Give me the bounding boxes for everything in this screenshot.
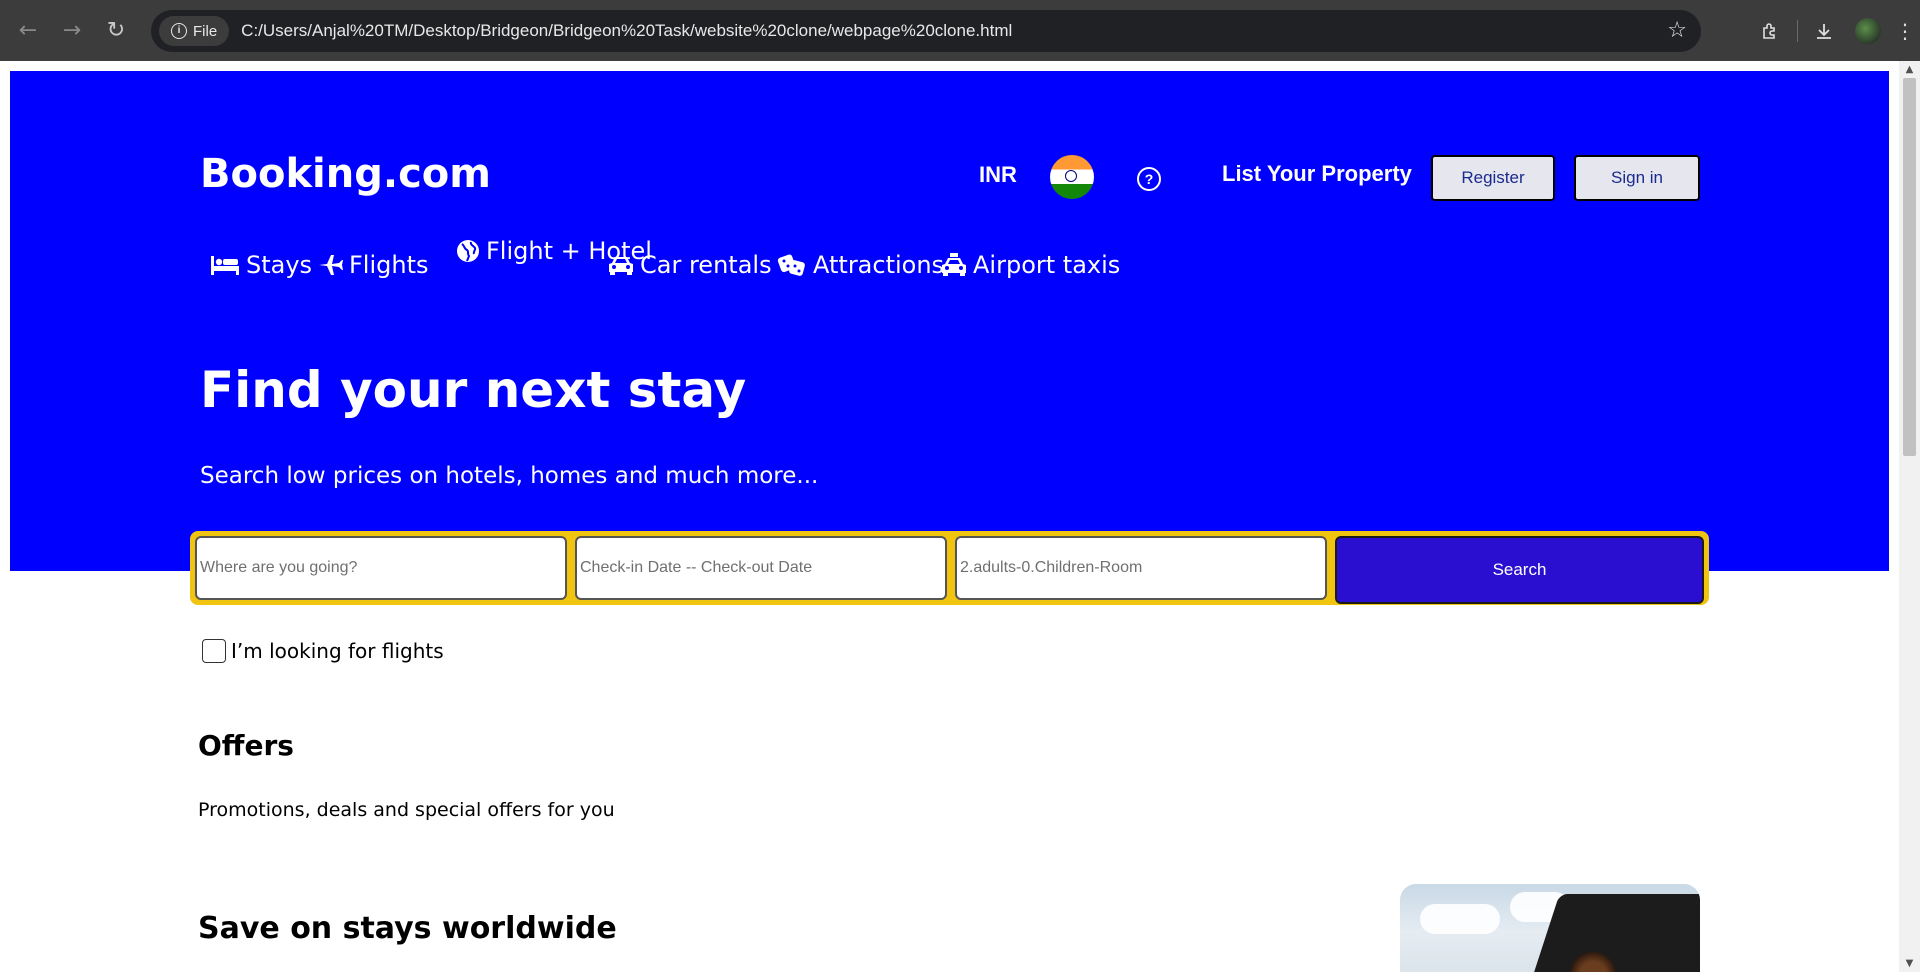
tab-attractions[interactable]: Attractions <box>777 251 944 279</box>
hero-banner: Booking.com INR ? List Your Property Reg… <box>10 71 1889 571</box>
ashoka-chakra <box>1065 170 1077 182</box>
tab-flights[interactable]: Flights <box>317 251 429 279</box>
file-chip-label: File <box>193 22 218 40</box>
promo-image <box>1400 884 1700 972</box>
tab-stays-label: Stays <box>246 251 313 279</box>
currency-selector[interactable]: INR <box>979 162 1017 188</box>
forward-arrow-icon[interactable]: → <box>50 9 94 53</box>
web-page: Booking.com INR ? List Your Property Reg… <box>0 61 1899 972</box>
tab-flight-hotel[interactable]: Flight + Hotel <box>456 237 652 265</box>
brand-logo[interactable]: Booking.com <box>200 151 491 197</box>
search-bar: Search <box>190 531 1709 605</box>
india-flag-icon[interactable] <box>1050 155 1094 199</box>
cloud-shape <box>1420 904 1500 934</box>
globe-icon <box>457 240 479 262</box>
page-scrollbar[interactable]: ▲ ▼ <box>1899 61 1920 972</box>
car-icon <box>609 257 633 275</box>
dice-icon <box>777 254 805 276</box>
offers-subtitle: Promotions, deals and special offers for… <box>198 799 615 821</box>
reload-icon[interactable]: ↻ <box>94 9 138 53</box>
promo-heading: Save on stays worldwide <box>198 911 617 946</box>
scrollbar-thumb[interactable] <box>1903 78 1916 456</box>
toolbar-separator <box>1797 19 1798 42</box>
download-icon[interactable] <box>1802 9 1846 53</box>
register-button[interactable]: Register <box>1431 155 1555 201</box>
destination-input[interactable] <box>195 536 567 600</box>
bookmark-star-icon[interactable]: ☆ <box>1667 18 1687 43</box>
scroll-down-arrow-icon[interactable]: ▼ <box>1899 955 1920 972</box>
offers-heading: Offers <box>198 729 294 762</box>
menu-kebab-icon[interactable]: ⋮ <box>1890 9 1920 53</box>
tab-stays[interactable]: Stays <box>210 251 312 279</box>
tab-flight-hotel-label: Flight + Hotel <box>486 237 652 265</box>
info-icon: i <box>171 23 187 39</box>
url-text[interactable]: C:/Users/Anjal%20TM/Desktop/Bridgeon/Bri… <box>241 21 1012 41</box>
tab-airport-taxis-label: Airport taxis <box>973 251 1121 279</box>
flights-checkbox-row[interactable]: I’m looking for flights <box>202 639 444 663</box>
list-property-link[interactable]: List Your Property <box>1222 161 1412 187</box>
profile-avatar[interactable] <box>1855 17 1881 44</box>
hero-subtitle: Search low prices on hotels, homes and m… <box>200 463 819 489</box>
help-icon[interactable]: ? <box>1137 167 1161 191</box>
tab-airport-taxis[interactable]: Airport taxis <box>941 251 1120 279</box>
tab-attractions-label: Attractions <box>813 251 945 279</box>
extensions-icon[interactable] <box>1749 9 1793 53</box>
flights-checkbox-label: I’m looking for flights <box>231 639 444 663</box>
search-button[interactable]: Search <box>1335 536 1704 604</box>
tab-flights-label: Flights <box>349 251 429 279</box>
hero-title: Find your next stay <box>200 361 747 419</box>
dates-input[interactable] <box>575 536 947 600</box>
tab-car-rentals-label: Car rentals <box>640 251 772 279</box>
browser-toolbar: ← → ↻ i File C:/Users/Anjal%20TM/Desktop… <box>0 0 1920 61</box>
site-info-chip[interactable]: i File <box>159 16 230 46</box>
plane-icon <box>319 255 343 275</box>
scroll-up-arrow-icon[interactable]: ▲ <box>1899 61 1920 78</box>
address-bar[interactable]: i File C:/Users/Anjal%20TM/Desktop/Bridg… <box>151 10 1701 52</box>
guests-input[interactable] <box>955 536 1327 600</box>
back-arrow-icon[interactable]: ← <box>6 9 50 53</box>
tab-car-rentals[interactable]: Car rentals <box>608 251 772 279</box>
bed-icon <box>211 256 239 275</box>
sign-in-button[interactable]: Sign in <box>1574 155 1700 201</box>
flights-checkbox[interactable] <box>202 639 226 663</box>
taxi-icon <box>942 253 966 276</box>
